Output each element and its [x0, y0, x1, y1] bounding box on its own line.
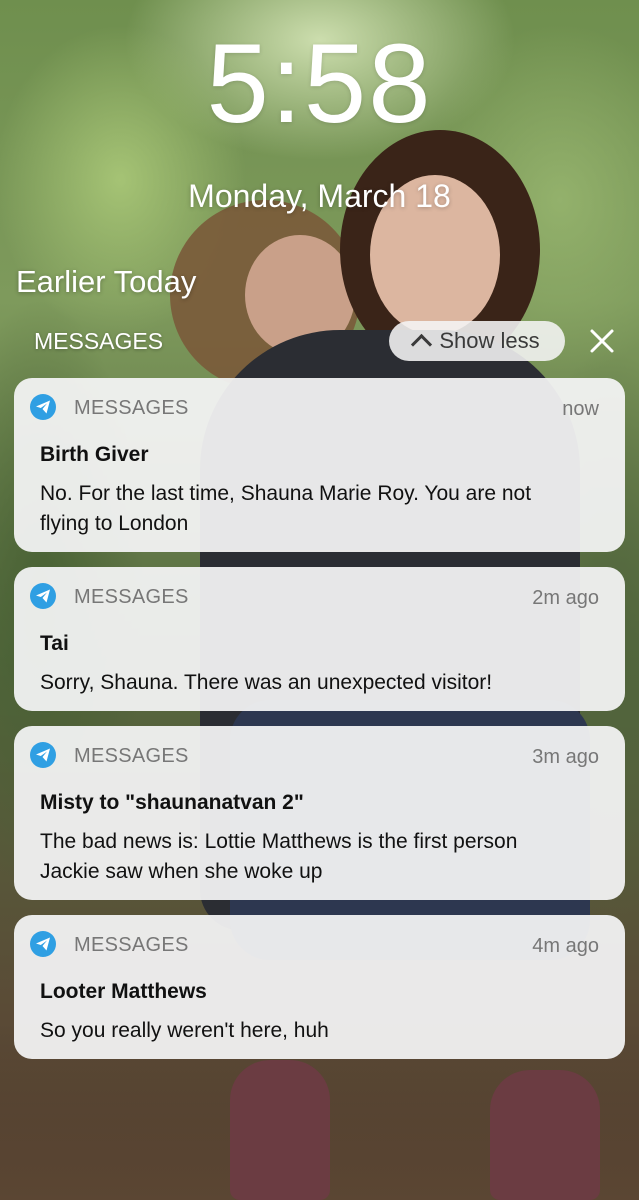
notification-sender: Misty to "shaunanatvan 2" — [40, 791, 304, 814]
notification-body: The bad news is: Lottie Matthews is the … — [40, 827, 601, 887]
notification-header: MESSAGES now — [14, 378, 625, 438]
wallpaper-shoe-left — [230, 1060, 330, 1200]
notification-app-name: MESSAGES — [74, 586, 189, 608]
show-less-label: Show less — [439, 328, 540, 353]
send-icon — [30, 394, 56, 420]
wallpaper-shoe-right — [490, 1070, 600, 1200]
notification-app-name: MESSAGES — [74, 745, 189, 767]
notification-body: So you really weren't here, huh — [40, 1016, 601, 1046]
notification-sender: Birth Giver — [40, 443, 149, 466]
notification-group-label: MESSAGES — [34, 328, 164, 354]
notification-body-line: Jackie saw when she woke up — [40, 860, 323, 883]
send-icon — [30, 931, 56, 957]
notification-sender: Looter Matthews — [40, 980, 207, 1003]
notification-sender: Tai — [40, 632, 69, 655]
clear-group-button[interactable] — [586, 324, 618, 358]
lockscreen-time: 5:58 — [206, 21, 433, 146]
notification-body-line: Sorry, Shauna. There was an unexpected v… — [40, 671, 493, 694]
notification-app-name: MESSAGES — [74, 934, 189, 956]
notification-card[interactable]: MESSAGES 2m ago Tai Sorry, Shauna. There… — [14, 567, 625, 711]
notification-body: No. For the last time, Shauna Marie Roy.… — [40, 479, 601, 539]
notification-card[interactable]: MESSAGES now Birth Giver No. For the las… — [14, 378, 625, 552]
notification-body-line: flying to London — [40, 512, 189, 535]
notification-time: 3m ago — [532, 746, 599, 768]
notification-header: MESSAGES 3m ago — [14, 726, 625, 786]
notification-body: Sorry, Shauna. There was an unexpected v… — [40, 668, 601, 698]
notification-app-name: MESSAGES — [74, 397, 189, 419]
notification-card[interactable]: MESSAGES 3m ago Misty to "shaunanatvan 2… — [14, 726, 625, 900]
notification-header: MESSAGES 4m ago — [14, 915, 625, 975]
chevron-up-icon — [411, 333, 433, 355]
close-icon — [590, 329, 614, 353]
notification-body-line: So you really weren't here, huh — [40, 1019, 329, 1042]
lockscreen-date: Monday, March 18 — [188, 178, 451, 214]
send-icon — [30, 583, 56, 609]
notification-card[interactable]: MESSAGES 4m ago Looter Matthews So you r… — [14, 915, 625, 1059]
notification-time: now — [562, 398, 599, 420]
notification-body-line: The bad news is: Lottie Matthews is the … — [40, 830, 518, 853]
show-less-button[interactable]: Show less — [389, 321, 565, 361]
notification-body-line: No. For the last time, Shauna Marie Roy.… — [40, 482, 532, 505]
notification-time: 2m ago — [532, 587, 599, 609]
notification-section-title: Earlier Today — [16, 264, 197, 299]
notification-time: 4m ago — [532, 935, 599, 957]
notification-header: MESSAGES 2m ago — [14, 567, 625, 627]
send-icon — [30, 742, 56, 768]
